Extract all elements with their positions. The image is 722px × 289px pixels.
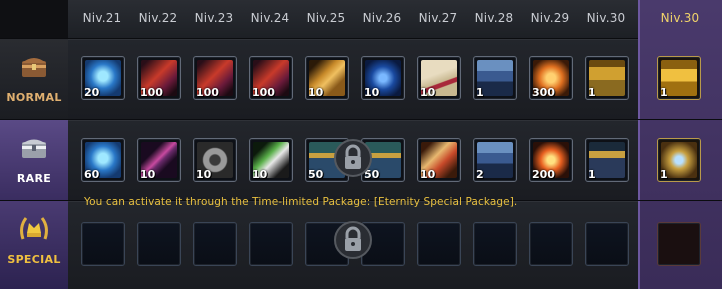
level-header-25: Niv.25 bbox=[306, 11, 346, 25]
reward-slot-rare-29[interactable]: 200 bbox=[529, 138, 573, 182]
item-quantity: 10 bbox=[252, 168, 268, 181]
level-header-21: Niv.21 bbox=[82, 11, 122, 25]
row-label-normal: NORMAL bbox=[0, 39, 68, 119]
item-quantity: 60 bbox=[84, 168, 100, 181]
item-quantity: 10 bbox=[420, 168, 436, 181]
item-quantity: 2 bbox=[476, 168, 484, 181]
reward-slot-rare-27[interactable]: 10 bbox=[417, 138, 461, 182]
level-header-29: Niv.29 bbox=[530, 11, 570, 25]
item-quantity: 100 bbox=[252, 86, 275, 99]
item-quantity: 1 bbox=[588, 168, 596, 181]
reward-slot-normal-23[interactable]: 100 bbox=[193, 56, 237, 100]
reward-slot-normal-27[interactable]: 10 bbox=[417, 56, 461, 100]
final-reward-slot-rare[interactable]: 1 bbox=[657, 138, 701, 182]
reward-slot-special-24[interactable] bbox=[249, 222, 293, 266]
reward-slot-normal-24[interactable]: 100 bbox=[249, 56, 293, 100]
lock-icon bbox=[334, 139, 372, 177]
reward-slot-special-21[interactable] bbox=[81, 222, 125, 266]
item-quantity: 1 bbox=[660, 86, 668, 99]
row-label-text: RARE bbox=[16, 172, 52, 185]
item-quantity: 100 bbox=[196, 86, 219, 99]
reward-slot-normal-29[interactable]: 300 bbox=[529, 56, 573, 100]
crown-laurel-icon bbox=[20, 217, 48, 240]
reward-slot-special-30[interactable] bbox=[585, 222, 629, 266]
item-quantity: 20 bbox=[84, 86, 100, 99]
item-quantity: 200 bbox=[532, 168, 555, 181]
chest-icon bbox=[22, 58, 46, 77]
reward-slot-normal-25[interactable]: 10 bbox=[305, 56, 349, 100]
level-header-28: Niv.28 bbox=[474, 11, 514, 25]
reward-slot-rare-28[interactable]: 2 bbox=[473, 138, 517, 182]
item-quantity: 10 bbox=[364, 86, 380, 99]
special-activation-notice: You can activate it through the Time-lim… bbox=[84, 196, 518, 208]
row-label-text: NORMAL bbox=[6, 91, 62, 104]
row-label-text: SPECIAL bbox=[7, 253, 61, 266]
reward-slot-special-22[interactable] bbox=[137, 222, 181, 266]
reward-slot-special-29[interactable] bbox=[529, 222, 573, 266]
lock-icon bbox=[334, 221, 372, 259]
level-header-30: Niv.30 bbox=[586, 11, 626, 25]
reward-slot-normal-21[interactable]: 20 bbox=[81, 56, 125, 100]
item-quantity: 1 bbox=[588, 86, 596, 99]
reward-slot-rare-22[interactable]: 10 bbox=[137, 138, 181, 182]
level-header-23: Niv.23 bbox=[194, 11, 234, 25]
row-label-rare: RARE bbox=[0, 120, 68, 200]
level-header-27: Niv.27 bbox=[418, 11, 458, 25]
level-header-22: Niv.22 bbox=[138, 11, 178, 25]
reward-slot-rare-23[interactable]: 10 bbox=[193, 138, 237, 182]
reward-slot-special-27[interactable] bbox=[417, 222, 461, 266]
item-quantity: 1 bbox=[660, 168, 668, 181]
final-reward-slot-normal[interactable]: 1 bbox=[657, 56, 701, 100]
silver-box-icon bbox=[22, 139, 46, 158]
reward-slot-special-23[interactable] bbox=[193, 222, 237, 266]
level-header-24: Niv.24 bbox=[250, 11, 290, 25]
reward-slot-rare-30[interactable]: 1 bbox=[585, 138, 629, 182]
level-header-final: Niv.30 bbox=[660, 11, 700, 25]
reward-slot-normal-22[interactable]: 100 bbox=[137, 56, 181, 100]
reward-slot-rare-24[interactable]: 10 bbox=[249, 138, 293, 182]
item-quantity: 10 bbox=[140, 168, 156, 181]
row-divider bbox=[0, 119, 722, 120]
row-label-special: SPECIAL bbox=[0, 201, 68, 289]
reward-slot-normal-26[interactable]: 10 bbox=[361, 56, 405, 100]
level-header-26: Niv.26 bbox=[362, 11, 402, 25]
reward-slot-normal-30[interactable]: 1 bbox=[585, 56, 629, 100]
reward-track-panel: { "header": { "levels": ["Niv.21","Niv.2… bbox=[0, 0, 722, 289]
item-quantity: 50 bbox=[308, 168, 324, 181]
reward-slot-rare-21[interactable]: 60 bbox=[81, 138, 125, 182]
item-quantity: 100 bbox=[140, 86, 163, 99]
reward-slot-normal-28[interactable]: 1 bbox=[473, 56, 517, 100]
item-quantity: 300 bbox=[532, 86, 555, 99]
item-quantity: 1 bbox=[476, 86, 484, 99]
item-quantity: 10 bbox=[308, 86, 324, 99]
final-reward-slot-special[interactable] bbox=[657, 222, 701, 266]
reward-slot-special-28[interactable] bbox=[473, 222, 517, 266]
item-quantity: 10 bbox=[196, 168, 212, 181]
header-corner bbox=[0, 0, 68, 38]
item-quantity: 10 bbox=[420, 86, 436, 99]
